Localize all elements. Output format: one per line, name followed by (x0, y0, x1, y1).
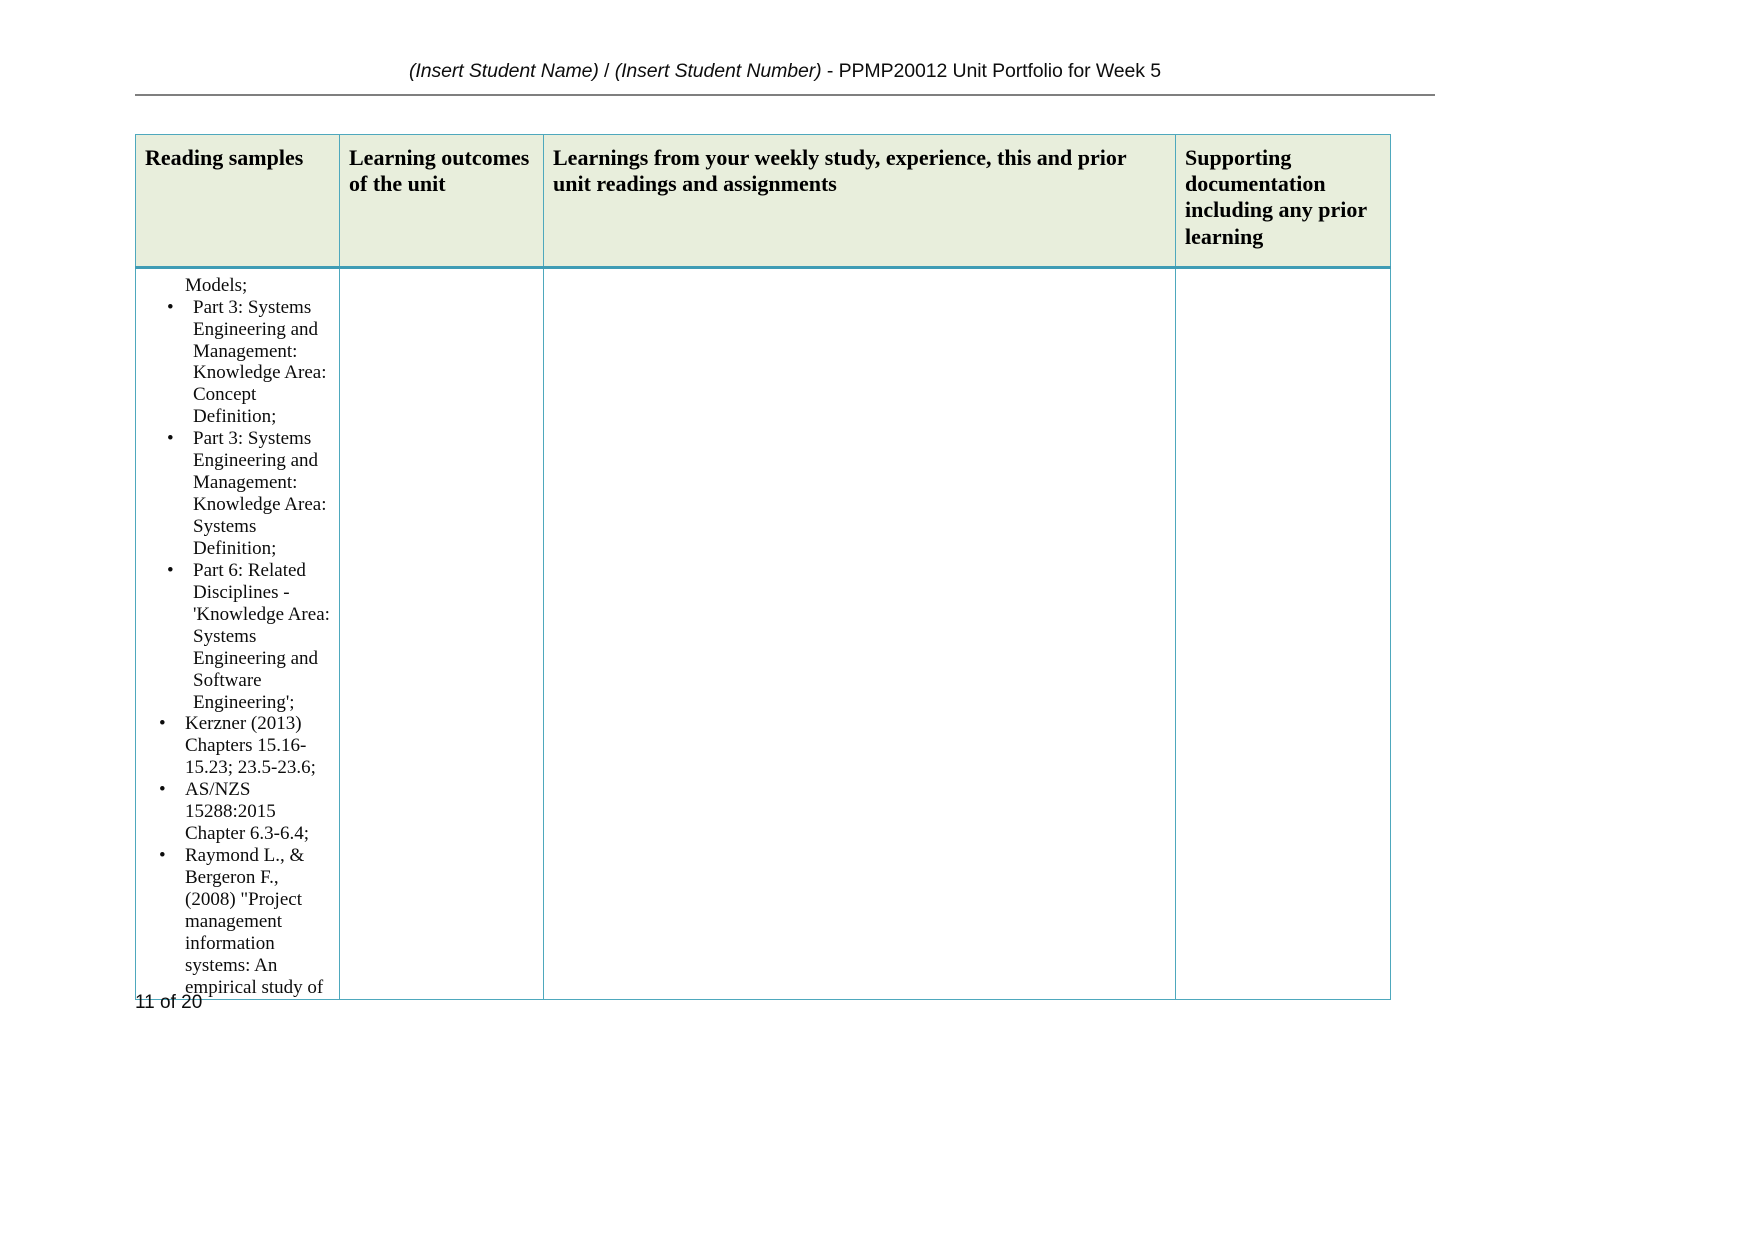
portfolio-table: Reading samples Learning outcomes of the… (135, 134, 1391, 1000)
page-number-footer: 11 of 20 (135, 992, 203, 1013)
cell-learnings[interactable] (543, 266, 1176, 1000)
reading-samples-list: Part 3: Systems Engineering and Manageme… (140, 297, 333, 999)
header-suffix: - PPMP20012 Unit Portfolio for Week 5 (821, 60, 1161, 82)
list-item: AS/NZS 15288:2015 Chapter 6.3-6.4; (140, 779, 333, 845)
table-row: Models; Part 3: Systems Engineering and … (135, 266, 1391, 1000)
reading-continuation-line: Models; (185, 274, 248, 296)
list-item: Part 3: Systems Engineering and Manageme… (140, 428, 333, 560)
cell-supporting-documentation[interactable] (1175, 266, 1391, 1000)
cell-learning-outcomes[interactable] (339, 266, 544, 1000)
header-divider-rule (135, 94, 1435, 96)
list-item: Part 6: Related Disciplines - 'Knowledge… (140, 560, 333, 714)
column-header-reading-samples: Reading samples (135, 134, 340, 269)
table-header-row: Reading samples Learning outcomes of the… (135, 134, 1391, 269)
document-page: (Insert Student Name) / (Insert Student … (0, 0, 1754, 1241)
list-item: Kerzner (2013) Chapters 15.16-15.23; 23.… (140, 713, 333, 779)
running-header: (Insert Student Name) / (Insert Student … (135, 60, 1435, 83)
column-header-learnings: Learnings from your weekly study, experi… (543, 134, 1176, 269)
header-separator: / (598, 60, 615, 82)
student-number-placeholder: (Insert Student Number) (614, 60, 822, 82)
list-item: Part 3: Systems Engineering and Manageme… (140, 297, 333, 429)
student-name-placeholder: (Insert Student Name) (409, 60, 599, 82)
column-header-learning-outcomes: Learning outcomes of the unit (339, 134, 544, 269)
column-header-supporting-documentation: Supporting documentation including any p… (1175, 134, 1391, 269)
cell-reading-samples: Models; Part 3: Systems Engineering and … (135, 266, 340, 1000)
list-item: Raymond L., & Bergeron F., (2008) "Proje… (140, 845, 333, 999)
